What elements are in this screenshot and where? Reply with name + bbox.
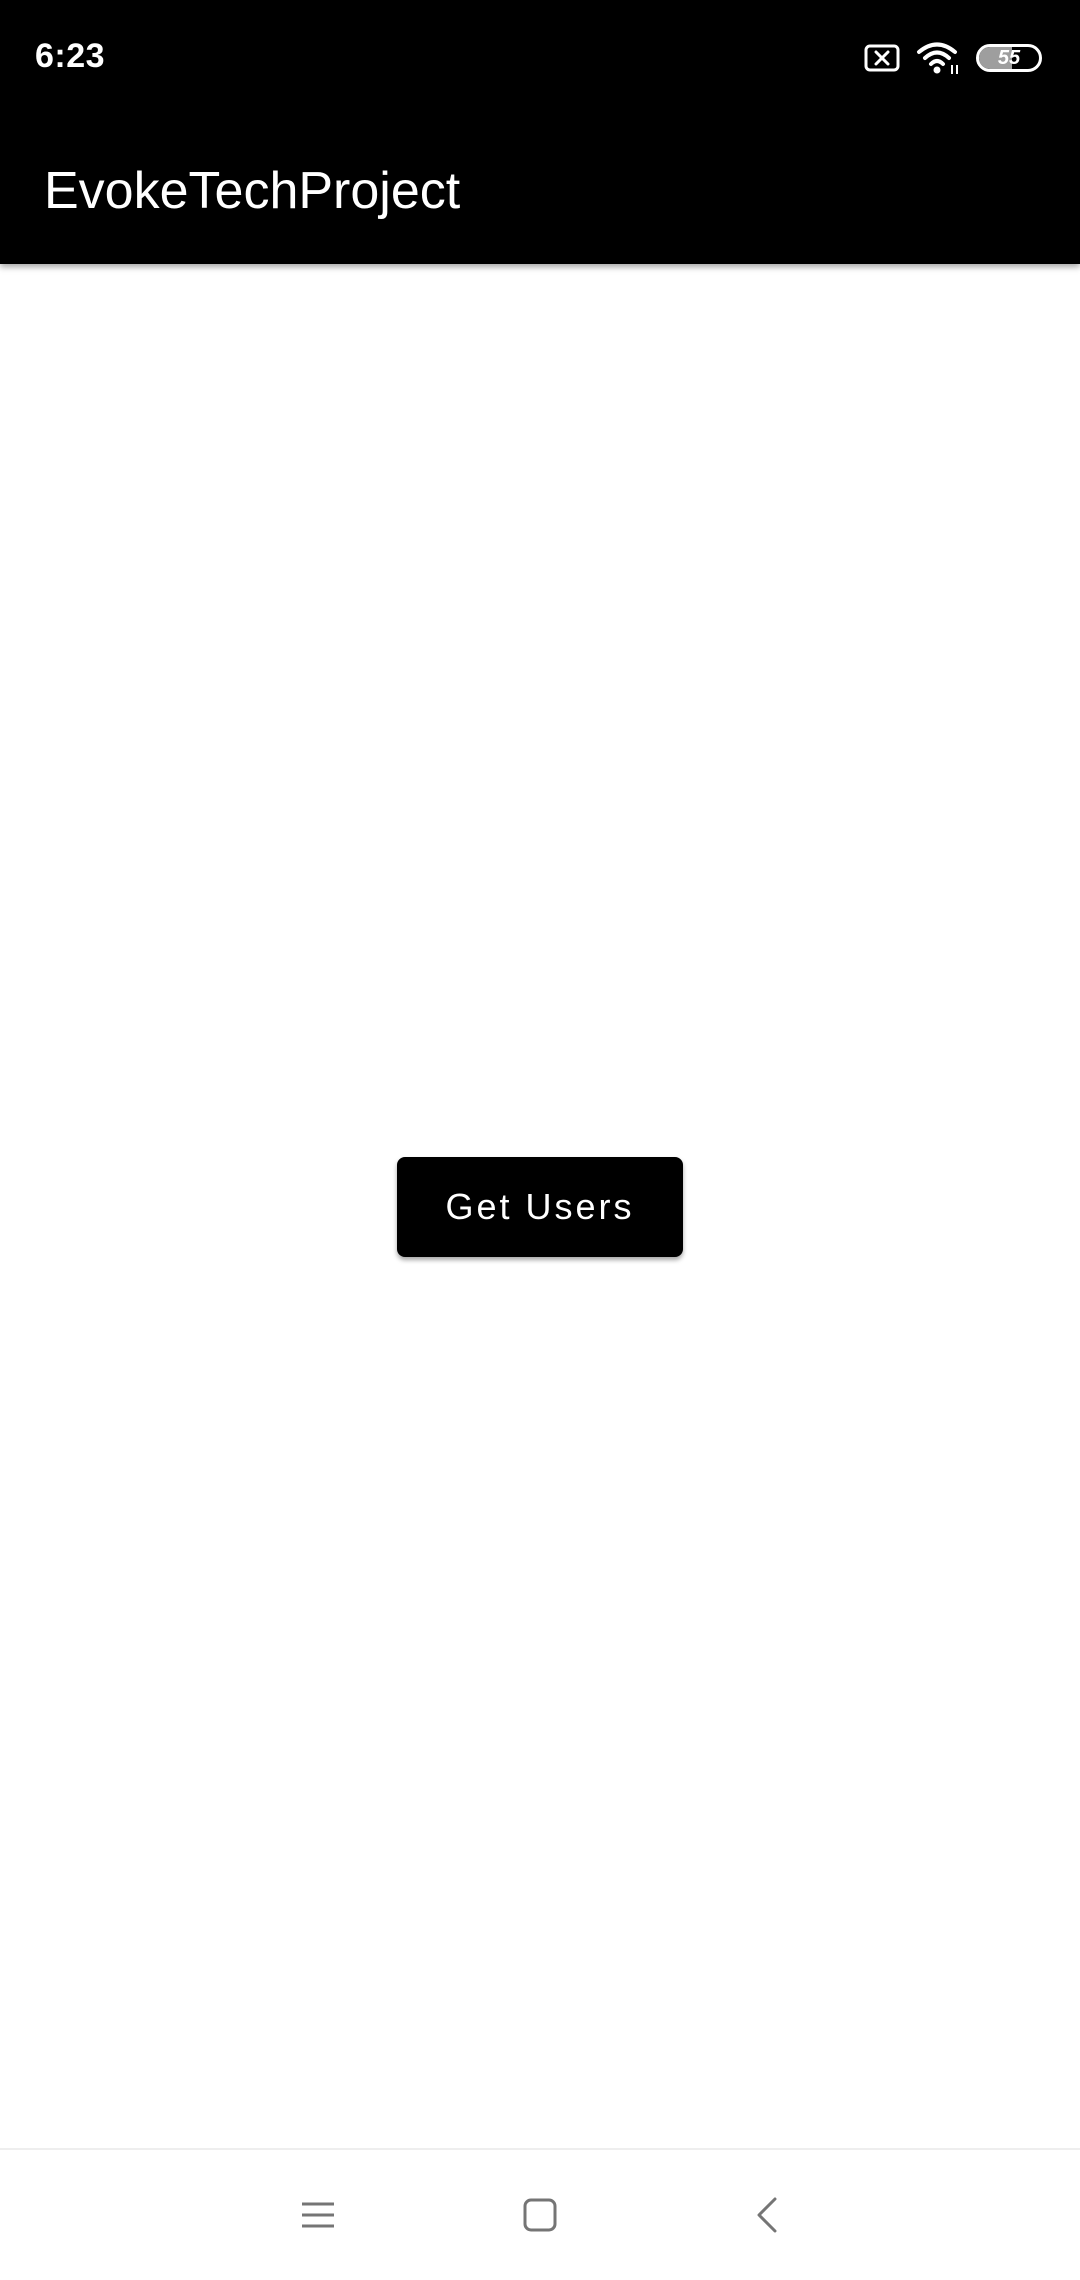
status-time: 6:23	[35, 37, 106, 75]
recents-menu-icon	[300, 2200, 336, 2235]
battery-icon: 55	[976, 44, 1042, 72]
battery-level: 55	[997, 47, 1021, 69]
status-icons: 55	[864, 40, 1042, 76]
recents-button[interactable]	[273, 2172, 363, 2262]
back-button[interactable]	[722, 2172, 812, 2262]
status-bar: 6:23 55	[0, 0, 1080, 118]
app-title: EvokeTechProject	[44, 162, 461, 220]
home-icon	[522, 2197, 558, 2238]
get-users-button[interactable]: Get Users	[397, 1157, 683, 1257]
main-content: Get Users	[0, 264, 1080, 2148]
wifi-icon	[916, 41, 960, 75]
navigation-bar	[0, 2148, 1080, 2280]
back-icon	[755, 2196, 779, 2239]
app-bar: EvokeTechProject	[0, 118, 1080, 264]
home-button[interactable]	[495, 2172, 585, 2262]
screenshot-blocked-icon	[864, 43, 900, 73]
app-screen: 6:23 55 EvokeTechProject Get Users	[0, 0, 1080, 2280]
